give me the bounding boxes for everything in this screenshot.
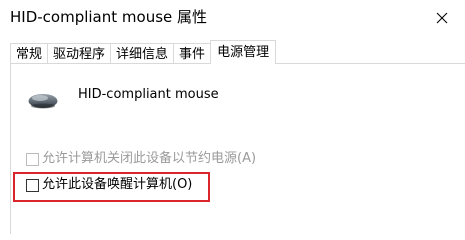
tab-power-management[interactable]: 电源管理 bbox=[210, 40, 277, 64]
allow-power-off-option: 允许计算机关闭此设备以节约电源(A) bbox=[26, 150, 256, 168]
device-name: HID-compliant mouse bbox=[78, 87, 219, 102]
annotation-highlight-box bbox=[13, 172, 210, 202]
window-title: HID-compliant mouse 属性 bbox=[10, 8, 208, 26]
mouse-icon bbox=[28, 94, 58, 109]
allow-power-off-label: 允许计算机关闭此设备以节约电源(A) bbox=[42, 151, 257, 166]
tab-strip: 常规 驱动程序 详细信息 事件 电源管理 bbox=[10, 40, 277, 64]
tab-general[interactable]: 常规 bbox=[10, 43, 49, 64]
close-icon bbox=[436, 12, 448, 23]
tab-details[interactable]: 详细信息 bbox=[110, 43, 175, 64]
close-button[interactable] bbox=[419, 0, 465, 35]
title-bar: HID-compliant mouse 属性 bbox=[0, 0, 465, 35]
tab-driver[interactable]: 驱动程序 bbox=[47, 43, 112, 64]
allow-power-off-checkbox bbox=[26, 152, 39, 166]
tab-events[interactable]: 事件 bbox=[173, 43, 212, 64]
properties-window: HID-compliant mouse 属性 常规 驱动程序 详细信息 事件 电… bbox=[0, 0, 465, 234]
